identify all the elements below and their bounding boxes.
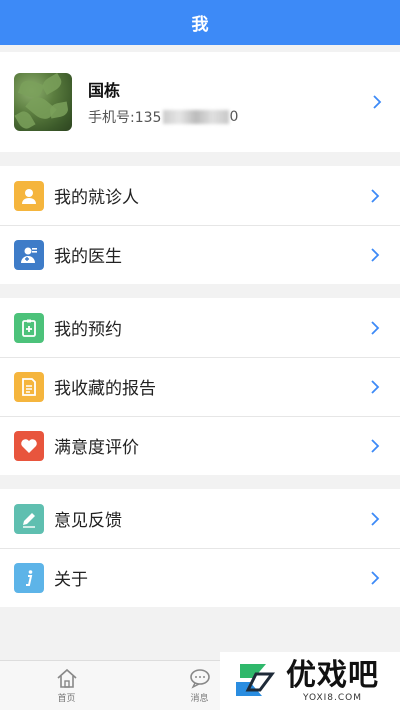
profile-name: 国栋 [88,81,121,100]
chevron-right-icon [366,569,384,587]
patient-icon [14,180,44,211]
menu-item-patients[interactable]: 我的就诊人 [0,166,400,225]
profile-card[interactable]: 国栋 手机号:135 0 [0,52,400,152]
chevron-right-icon [366,187,384,205]
phone-redacted [163,110,230,124]
appointment-icon [14,312,44,343]
menu-item-label: 我的医生 [54,247,122,267]
watermark-logo-icon [226,656,282,706]
menu-item-satisfaction[interactable]: 满意度评价 [0,416,400,475]
menu-item-appointments[interactable]: 我的预约 [0,298,400,357]
menu-group-1: 我的就诊人 我的医生 [0,166,400,284]
chevron-right-icon [366,510,384,528]
chevron-right-icon [366,319,384,337]
menu-group-3: 意见反馈 关于 [0,489,400,607]
menu-item-label: 意见反馈 [54,511,122,531]
home-icon [56,668,77,688]
chevron-right-icon [368,93,386,111]
menu-item-label: 满意度评价 [54,438,139,458]
pencil-icon [14,503,44,534]
message-icon [189,669,210,689]
tab-home[interactable]: 首页 [0,661,133,710]
chevron-right-icon [366,437,384,455]
doctor-icon [14,239,44,270]
menu-item-label: 关于 [54,570,88,590]
tab-label: 首页 [57,694,76,704]
menu-item-label: 我的就诊人 [54,188,139,208]
phone-suffix: 0 [229,109,239,125]
page-title: 我 [191,15,209,35]
menu-item-saved-reports[interactable]: 我收藏的报告 [0,357,400,416]
watermark-url: YOXI8.COM [302,693,363,703]
watermark: 优戏吧 YOXI8.COM [220,652,400,710]
chevron-right-icon [366,378,384,396]
menu-item-label: 我的预约 [54,320,122,340]
profile-phone: 手机号:135 0 [88,107,368,127]
heart-icon [14,430,44,461]
tab-label: 消息 [190,694,209,704]
info-icon [14,562,44,593]
menu-item-doctors[interactable]: 我的医生 [0,225,400,284]
avatar [14,73,72,131]
page-header: 我 [0,0,400,45]
phone-prefix: 手机号:135 [88,110,162,126]
watermark-text: 优戏吧 [286,658,379,693]
menu-item-feedback[interactable]: 意见反馈 [0,489,400,548]
chevron-right-icon [366,246,384,264]
menu-item-label: 我收藏的报告 [54,379,156,399]
report-icon [14,371,44,402]
menu-group-2: 我的预约 我收藏的报告 满意度评价 [0,298,400,475]
menu-item-about[interactable]: 关于 [0,548,400,607]
